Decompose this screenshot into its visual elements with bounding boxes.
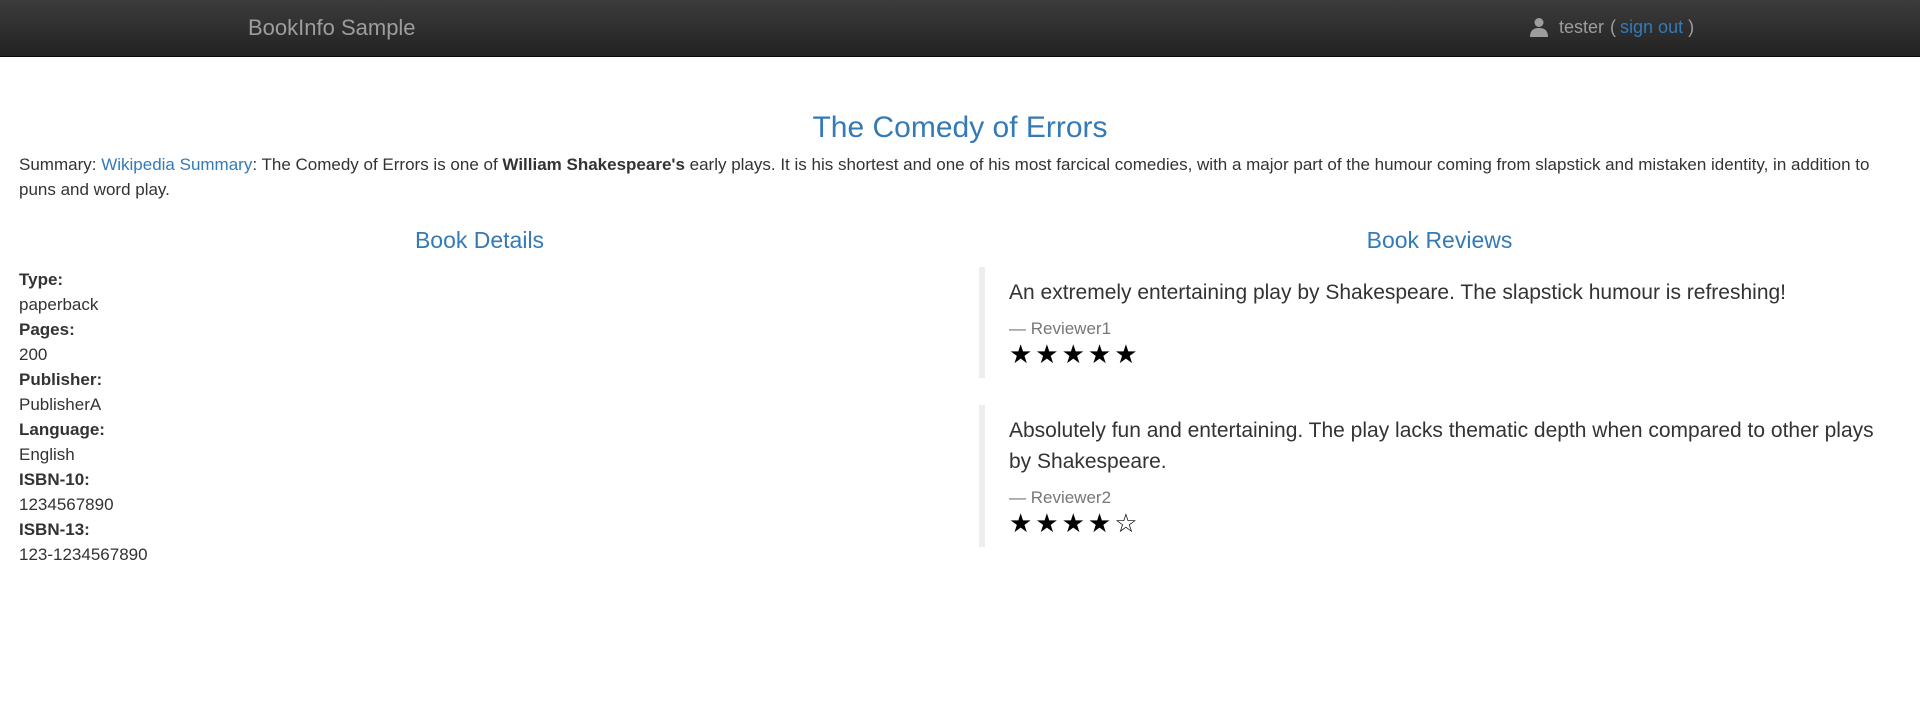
brand-link[interactable]: BookInfo Sample: [248, 12, 416, 44]
review-text: Absolutely fun and entertaining. The pla…: [1009, 419, 1874, 474]
reviewer-name: — Reviewer1: [1009, 319, 1112, 339]
summary-prefix: Summary:: [19, 155, 102, 174]
book-reviews-heading: Book Reviews: [1366, 227, 1513, 253]
detail-label-publisher: Publisher:: [19, 370, 103, 390]
detail-label-isbn10: ISBN-10:: [19, 470, 90, 490]
star-rating: ★★★★★: [1009, 339, 1141, 370]
reviewer-name: — Reviewer2: [1009, 488, 1112, 508]
review-item: An extremely entertaining play by Shakes…: [979, 267, 1900, 379]
user-icon: [1530, 18, 1548, 38]
summary-author: William Shakespeare's: [502, 155, 685, 174]
detail-label-isbn13: ISBN-13:: [19, 520, 90, 540]
detail-label-pages: Pages:: [19, 320, 75, 340]
star-rating: ★★★★☆: [1009, 508, 1141, 539]
open-paren: (: [1610, 17, 1617, 37]
detail-label-type: Type:: [19, 270, 64, 290]
wikipedia-summary-link[interactable]: Wikipedia Summary: [101, 155, 252, 174]
detail-value-publisher: PublisherA: [19, 395, 102, 415]
review-item: Absolutely fun and entertaining. The pla…: [979, 405, 1900, 548]
username: tester: [1559, 17, 1605, 37]
detail-value-language: English: [19, 445, 75, 465]
detail-value-isbn10: 1234567890: [19, 495, 114, 515]
book-details-column: Book Details Type: paperback Pages: 200 …: [19, 224, 940, 567]
user-area: tester ( sign out ): [1530, 14, 1694, 40]
summary-text-1: : The Comedy of Errors is one of: [252, 155, 503, 174]
close-paren: ): [1688, 17, 1695, 37]
book-summary: Summary: Wikipedia Summary: The Comedy o…: [19, 152, 1899, 202]
book-details-list: Type: paperback Pages: 200 Publisher: Pu…: [19, 267, 940, 567]
review-text: An extremely entertaining play by Shakes…: [1009, 281, 1787, 305]
detail-label-language: Language:: [19, 420, 105, 440]
book-reviews-column: Book Reviews An extremely entertaining p…: [979, 224, 1900, 574]
detail-value-type: paperback: [19, 295, 99, 315]
book-details-heading: Book Details: [414, 227, 545, 253]
detail-value-pages: 200: [19, 345, 48, 365]
sign-out-link[interactable]: sign out: [1620, 14, 1683, 40]
book-title: The Comedy of Errors: [812, 111, 1108, 144]
detail-value-isbn13: 123-1234567890: [19, 545, 148, 565]
navbar: BookInfo Sample tester ( sign out ): [0, 0, 1920, 57]
